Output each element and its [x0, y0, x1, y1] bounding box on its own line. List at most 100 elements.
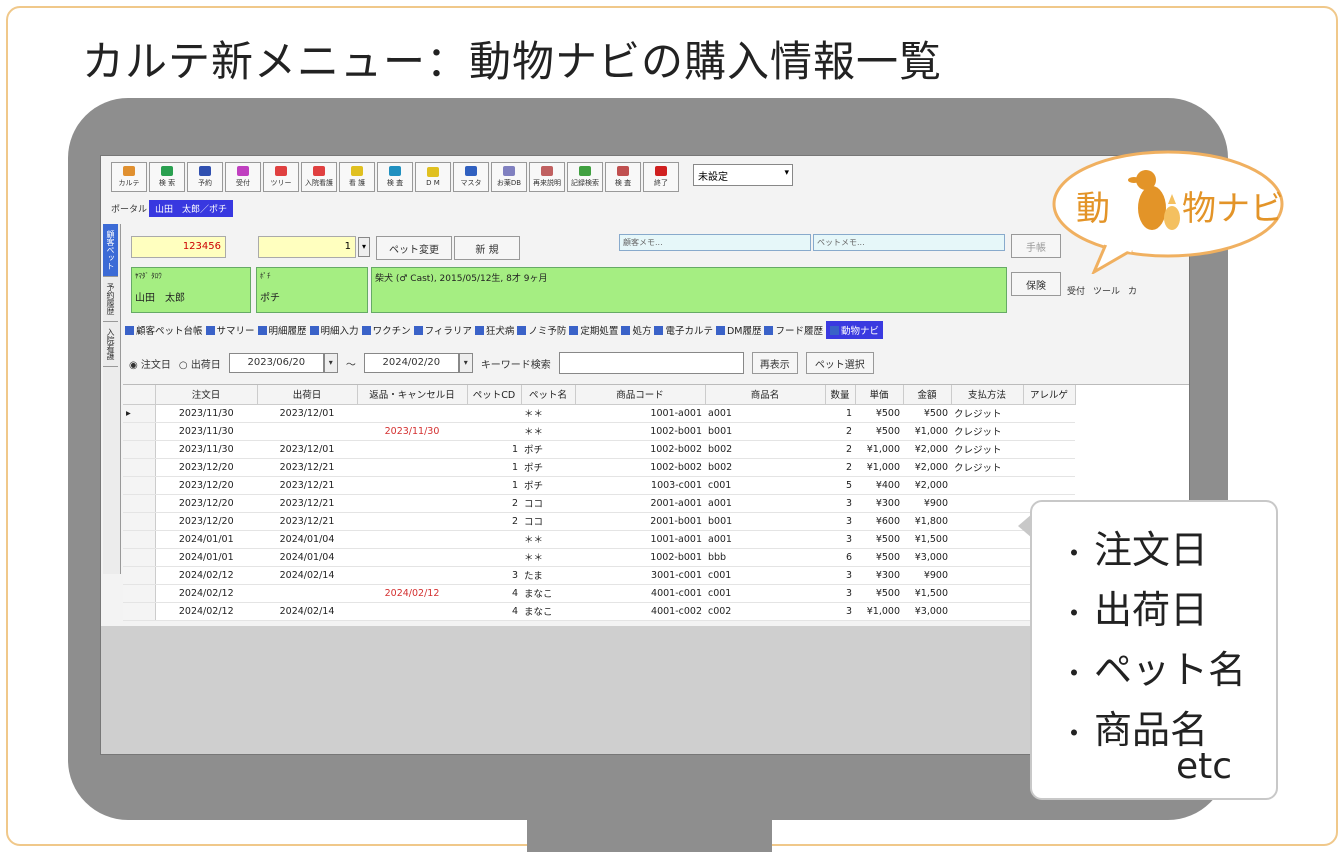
side-tab-0[interactable]: 顧客ペット — [103, 224, 118, 277]
new-button[interactable]: 新 規 — [454, 236, 520, 260]
toolbar-button-11[interactable]: 再来説明 — [529, 162, 565, 192]
tab-12[interactable]: フード履歴 — [764, 321, 823, 339]
grid-cell: 2024/01/04 — [257, 548, 357, 567]
row-selector[interactable]: ▸ — [123, 404, 156, 423]
reception-menu[interactable]: 受付 — [1067, 284, 1085, 297]
grid-cell: ¥1,000 — [855, 602, 903, 621]
ka-menu[interactable]: カ — [1128, 284, 1137, 297]
tab-3[interactable]: 明細入力 — [309, 321, 359, 339]
date-to-field[interactable]: 2024/02/20 — [363, 353, 459, 373]
side-tab-1[interactable]: 予約履歴 — [103, 277, 118, 322]
grid-header-cell[interactable]: 金額 — [903, 385, 952, 405]
toolbar-button-8[interactable]: D M — [415, 162, 451, 192]
grid-header-cell[interactable]: 注文日 — [155, 385, 258, 405]
grid-cell: ¥2,000 — [903, 476, 951, 495]
callout-item: 出荷日 — [1060, 582, 1276, 642]
table-row[interactable]: 2023/12/20 2023/12/21 1 ポチ 1002-b002 b002 2 ¥1,… — [123, 458, 1075, 477]
grid-cell: a001 — [705, 530, 825, 549]
tab-6[interactable]: 狂犬病 — [474, 321, 514, 339]
table-row[interactable]: ▸ 2023/11/30 2023/12/01 ＊＊ 1001-a001 a001 1 ¥50… — [123, 404, 1075, 423]
toolbar-button-4[interactable]: ツリー — [263, 162, 299, 192]
row-selector[interactable] — [123, 602, 156, 621]
grid-header-cell[interactable]: 支払方法 — [951, 385, 1024, 405]
tab-2[interactable]: 明細履歴 — [257, 321, 307, 339]
pet-select-button[interactable]: ペット選択 — [805, 352, 874, 374]
ship-date-radio[interactable]: ○ 出荷日 — [179, 356, 221, 371]
toolbar: カルテ 検 索 予約 受付 ツリー 入院看護 看 護 検 査 D M マスタ お薬DB 再来説明 記録検… — [111, 162, 793, 196]
table-row[interactable]: 2024/01/01 2024/01/04 ＊＊ 1002-b001 bbb 6 ¥500 ¥… — [123, 548, 1075, 567]
customer-memo-field[interactable]: 顧客メモ... — [619, 234, 811, 251]
pet-dropdown-button[interactable]: ▾ — [358, 237, 370, 257]
grid-header-cell[interactable]: 商品名 — [705, 385, 826, 405]
toolbar-button-6[interactable]: 看 護 — [339, 162, 375, 192]
table-row[interactable]: 2024/02/12 2024/02/14 3 たま 3001-c001 c001 3 ¥30… — [123, 566, 1075, 585]
side-tab-2[interactable]: 入院看護 — [103, 322, 118, 367]
row-selector[interactable] — [123, 494, 156, 513]
tab-10[interactable]: 電子カルテ — [654, 321, 713, 339]
table-row[interactable]: 2023/11/30 2023/12/01 1 ポチ 1002-b002 b002 2 ¥1,… — [123, 440, 1075, 459]
tab-13[interactable]: 動物ナビ — [826, 321, 884, 339]
portal-tab[interactable]: 山田 太郎／ポチ — [149, 200, 234, 217]
grid-header-cell[interactable]: 数量 — [825, 385, 856, 405]
grid-header-cell[interactable]: アレルゲ — [1023, 385, 1076, 405]
date-to-dropdown[interactable]: ▾ — [458, 353, 473, 373]
tab-0[interactable]: 顧客ペット台帳 — [125, 321, 203, 339]
toolbar-button-10[interactable]: お薬DB — [491, 162, 527, 192]
toolbar-button-13[interactable]: 検 査 — [605, 162, 641, 192]
row-selector[interactable] — [123, 584, 156, 603]
table-row[interactable]: 2023/12/20 2023/12/21 1 ポチ 1003-c001 c001 5 ¥40… — [123, 476, 1075, 495]
row-selector[interactable] — [123, 440, 156, 459]
date-from-dropdown[interactable]: ▾ — [323, 353, 338, 373]
toolbar-button-9[interactable]: マスタ — [453, 162, 489, 192]
tab-9[interactable]: 処方 — [621, 321, 651, 339]
tab-7[interactable]: ノミ予防 — [517, 321, 566, 339]
tab-4[interactable]: ワクチン — [361, 321, 411, 339]
tab-1[interactable]: サマリー — [205, 321, 255, 339]
pet-change-button[interactable]: ペット変更 — [376, 236, 452, 260]
grid-header-cell[interactable]: 単価 — [855, 385, 904, 405]
toolbar-button-7[interactable]: 検 査 — [377, 162, 413, 192]
table-row[interactable]: 2023/12/20 2023/12/21 2 ココ 2001-b001 b001 3 ¥60… — [123, 512, 1075, 531]
row-selector[interactable] — [123, 530, 156, 549]
row-selector[interactable] — [123, 512, 156, 531]
toolbar-button-0[interactable]: カルテ — [111, 162, 147, 192]
status-select[interactable]: 未設定 — [693, 164, 793, 186]
pet-memo-field[interactable]: ペットメモ... — [813, 234, 1005, 251]
keyword-input[interactable] — [558, 352, 744, 374]
row-selector[interactable] — [123, 458, 156, 477]
grid-cell: 3 — [825, 494, 855, 513]
toolbar-button-5[interactable]: 入院看護 — [301, 162, 337, 192]
grid-header-cell[interactable]: ペット名 — [521, 385, 576, 405]
pet-number-field[interactable]: 1 — [258, 236, 356, 258]
grid-header-cell[interactable]: ペットCD — [467, 385, 522, 405]
grid-header-cell[interactable]: 商品コード — [575, 385, 706, 405]
table-row[interactable]: 2023/11/30 2023/11/30 ＊＊ 1002-b001 b001 2 ¥500… — [123, 422, 1075, 441]
page-title: カルテ新メニュー：動物ナビの購入情報一覧 — [82, 37, 943, 86]
toolbar-button-2[interactable]: 予約 — [187, 162, 223, 192]
row-selector[interactable] — [123, 476, 156, 495]
tool-menu[interactable]: ツール — [1093, 284, 1120, 297]
order-date-radio[interactable]: ◉ 注文日 — [129, 356, 171, 371]
date-from-field[interactable]: 2023/06/20 — [228, 353, 324, 373]
toolbar-button-14[interactable]: 終了 — [643, 162, 679, 192]
toolbar-button-label: ツリー — [270, 179, 292, 187]
customer-id-field[interactable]: 123456 — [131, 236, 226, 258]
tab-11[interactable]: DM履歴 — [715, 321, 761, 339]
toolbar-button-3[interactable]: 受付 — [225, 162, 261, 192]
redisplay-button[interactable]: 再表示 — [751, 352, 798, 374]
table-row[interactable]: 2024/01/01 2024/01/04 ＊＊ 1001-a001 a001 3 ¥500… — [123, 530, 1075, 549]
table-row[interactable]: 2023/12/20 2023/12/21 2 ココ 2001-a001 a001 3 ¥30… — [123, 494, 1075, 513]
row-selector[interactable] — [123, 422, 156, 441]
table-row[interactable]: 2024/02/12 2024/02/14 4 まなこ 4001-c002 c002 3 ¥1… — [123, 602, 1075, 621]
grid-header-cell[interactable]: 返品・キャンセル日 — [357, 385, 468, 405]
grid-header-cell[interactable]: 出荷日 — [257, 385, 358, 405]
toolbar-button-12[interactable]: 記録検索 — [567, 162, 603, 192]
insurance-button[interactable]: 保険 — [1011, 272, 1061, 296]
grid-cell: ＊＊ — [521, 530, 575, 549]
row-selector[interactable] — [123, 548, 156, 567]
toolbar-button-1[interactable]: 検 索 — [149, 162, 185, 192]
table-row[interactable]: 2024/02/12 2024/02/12 4 まなこ 4001-c001 c001 3 ¥5… — [123, 584, 1075, 603]
tab-5[interactable]: フィラリア — [413, 321, 472, 339]
tab-8[interactable]: 定期処置 — [569, 321, 618, 339]
row-selector[interactable] — [123, 566, 156, 585]
